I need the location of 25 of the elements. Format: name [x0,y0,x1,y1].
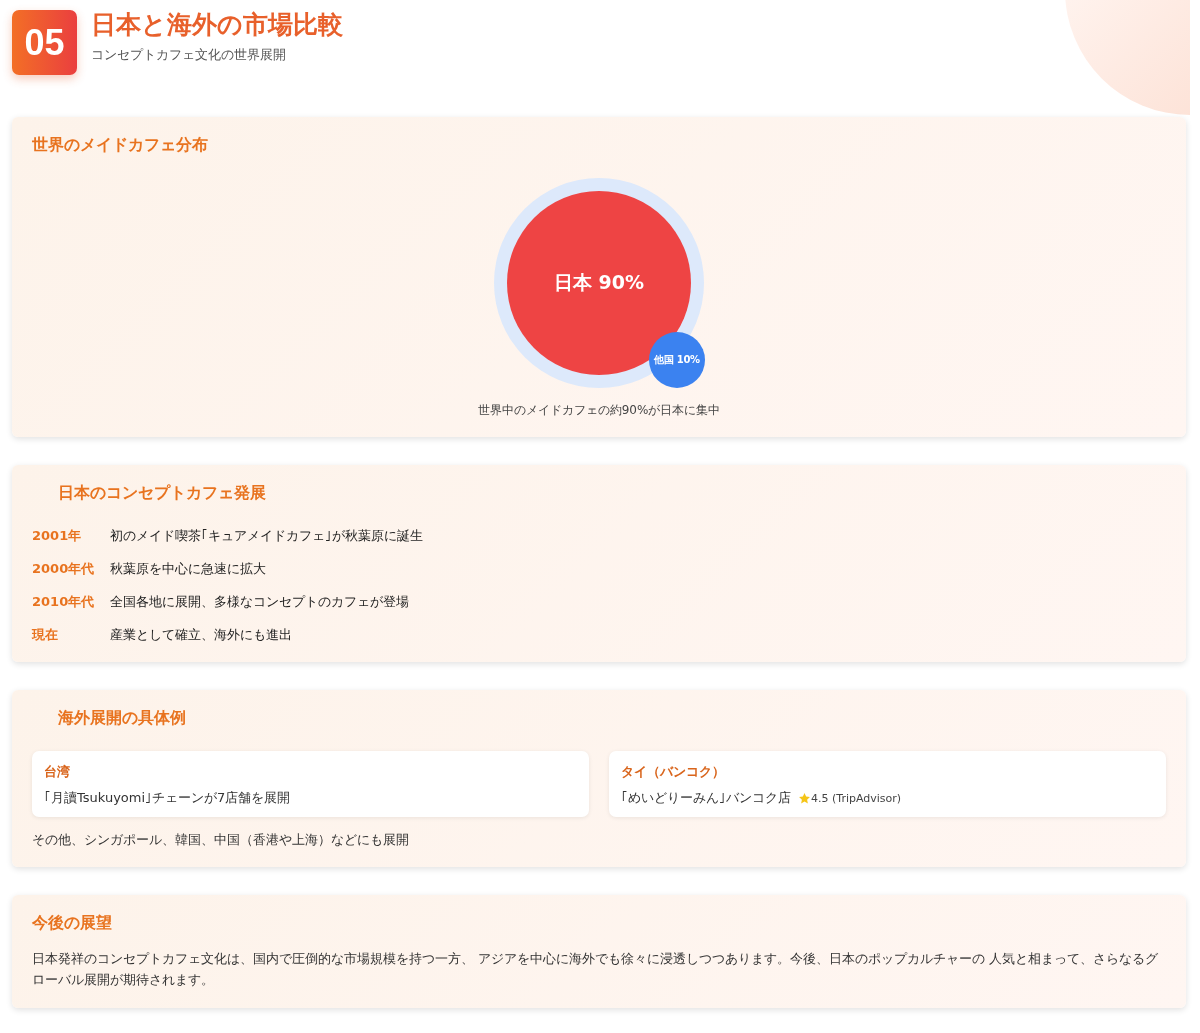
chart-caption: 世界中のメイドカフェの約90%が日本に集中 [476,402,722,419]
example-text: ｢月讀Tsukuyomi｣チェーンが7店舗を展開 [44,789,291,807]
timeline-period: 2000年代 [32,560,96,578]
example-text: ｢めいどりーみん｣バンコク店 [621,789,791,807]
timeline-event: 全国各地に展開、多様なコンセプトのカフェが登場 [110,593,409,611]
star-icon [798,791,811,805]
section-number: 05 [12,10,77,75]
other-countries-circle: 他国 10% [649,332,705,388]
timeline-period: 現在 [32,626,59,644]
note-text: その他、シンガポール、韓国、中国（香港や上海）などにも展開 [32,831,410,849]
timeline-period: 2010年代 [32,593,96,611]
outlook-text: 日本発祥のコンセプトカフェ文化は、国内で圧倒的な市場規模を持つ一方、 アジアを中心に海外でも徐々に浸透しつつあります。今後、日本のポップカルチャーの 人気と相まって、さらなるグローバル展開が期待されます。 [32,950,1159,989]
timeline-event: 産業として確立、海外にも進出 [110,626,292,644]
region-title: 台湾 [44,763,71,781]
section-heading: 今後の展望 [32,913,113,934]
timeline-period: 2001年 [32,527,83,545]
page-title: 日本と海外の市場比較 [91,10,343,40]
section-heading: 世界のメイドカフェ分布 [32,135,209,156]
region-title: タイ（バンコク） [621,763,726,781]
section-heading: 海外展開の具体例 [57,708,187,729]
section-heading: 日本のコンセプトカフェ発展 [57,483,267,504]
timeline-event: 秋葉原を中心に急速に拡大 [110,560,266,578]
page-subtitle: コンセプトカフェ文化の世界展開 [91,46,287,64]
rating-text: 4.5 (TripAdvisor) [811,791,902,805]
timeline-event: 初のメイド喫茶｢キュアメイドカフェ｣が秋葉原に誕生 [110,527,423,545]
